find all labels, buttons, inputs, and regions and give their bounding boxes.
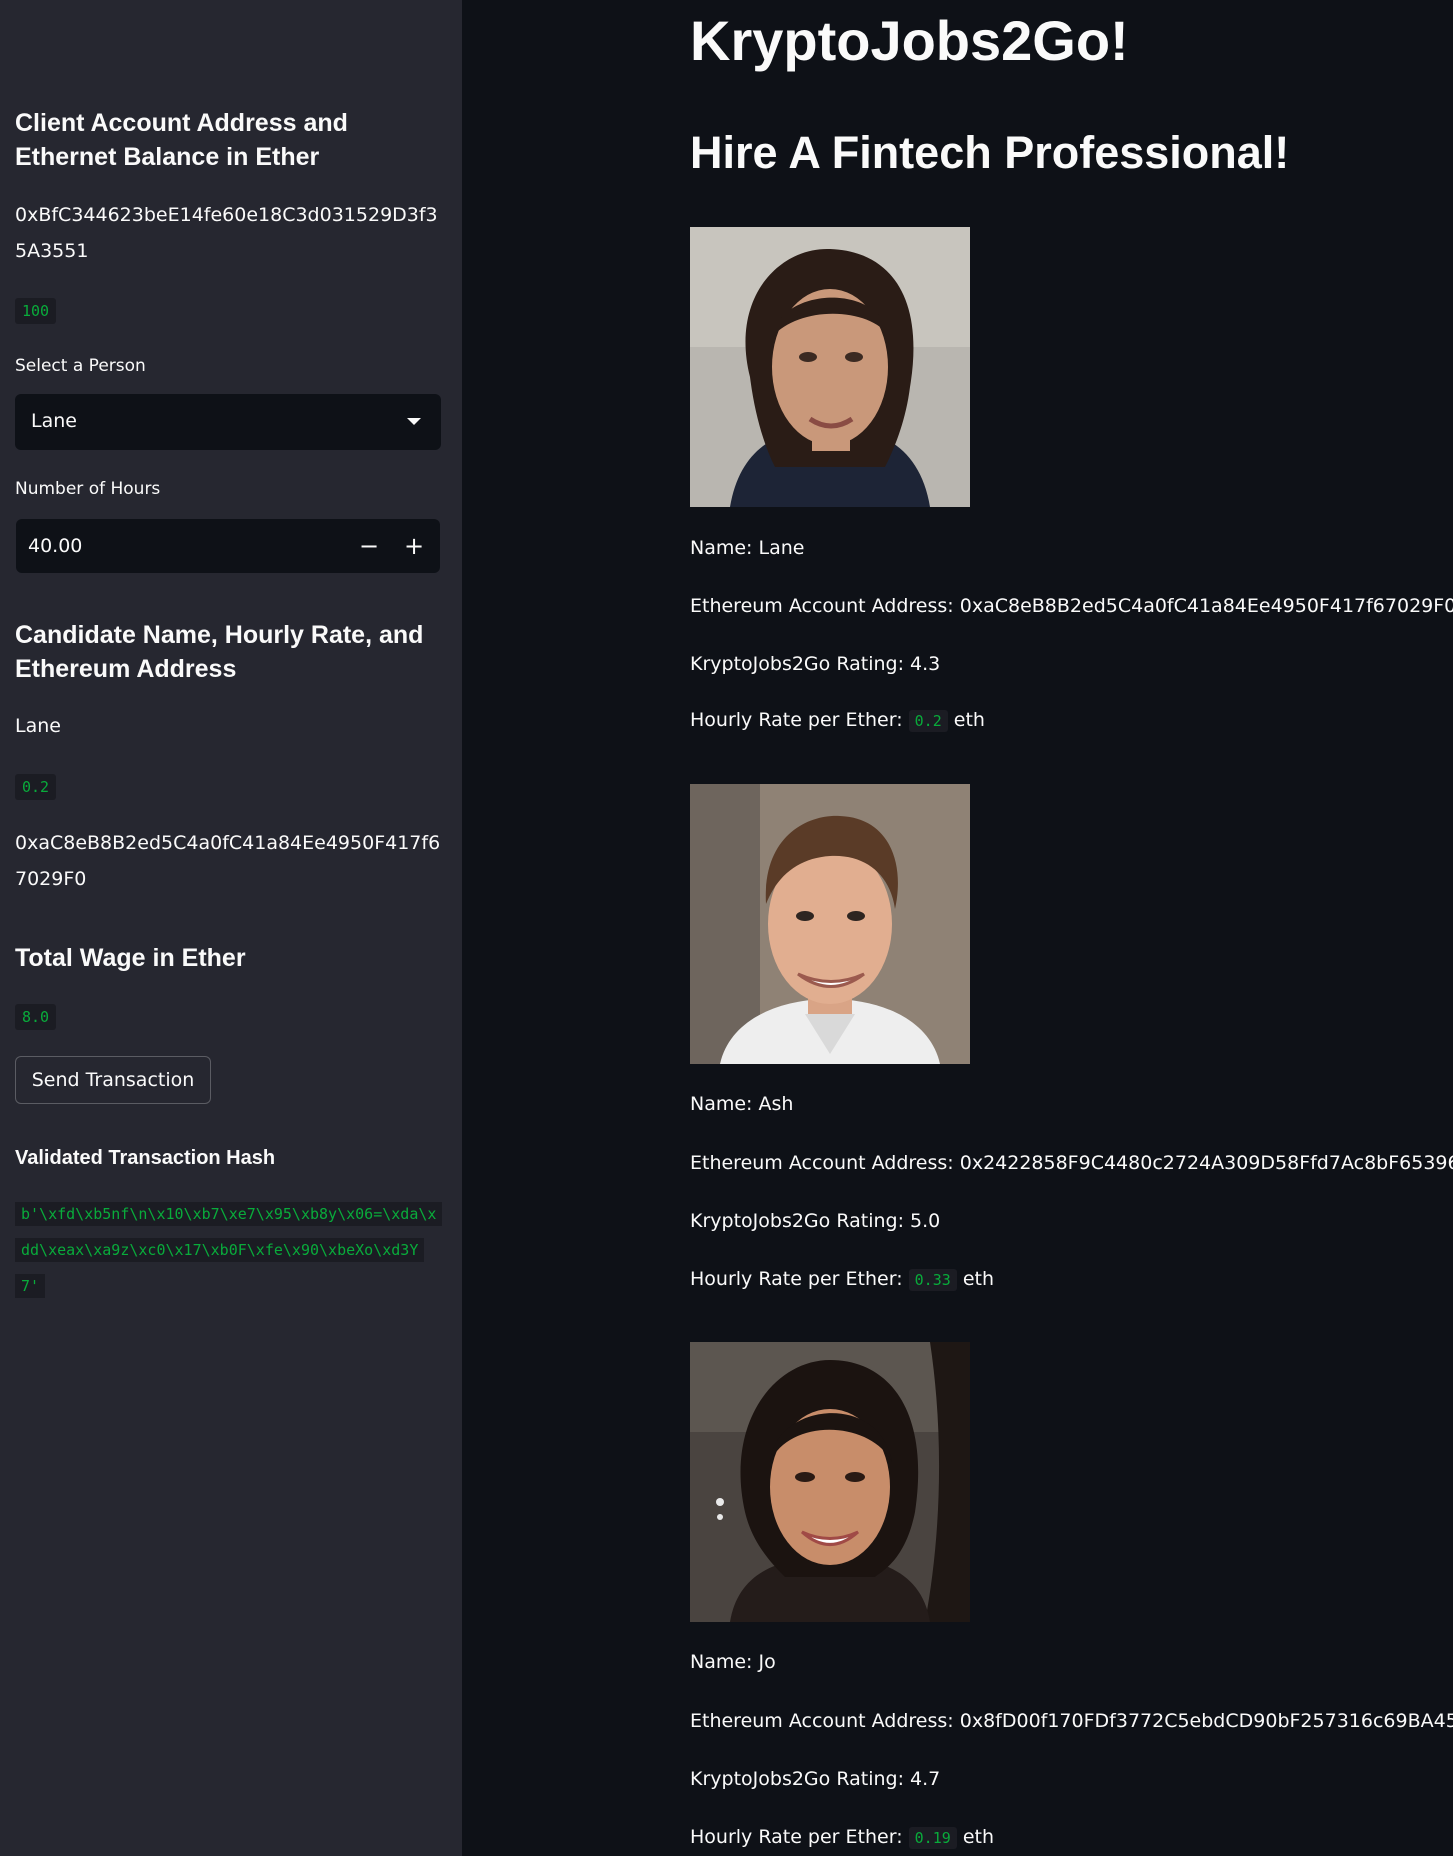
rating-prefix: KryptoJobs2Go Rating: (690, 1210, 911, 1232)
candidate-rate-line: Hourly Rate per Ether: 0.19 eth (690, 1826, 994, 1849)
candidate-rate: 0.2 (15, 774, 57, 800)
name-prefix: Name: (690, 1651, 759, 1673)
candidate-address: 0x2422858F9C4480c2724A309D58Ffd7Ac8bF653… (959, 1152, 1453, 1174)
candidate-address: 0x8fD00f170FDf3772C5ebdCD90bF257316c69BA… (959, 1710, 1453, 1732)
account-heading: Client Account Address and Ethernet Bala… (15, 109, 348, 171)
transaction-hash: b'\xfd\xb5nf\n\x10\xb7\xe7\x95\xb8y\x06=… (15, 1196, 443, 1304)
candidate-rate: 0.33 (908, 1268, 957, 1291)
candidate-rating-line: KryptoJobs2Go Rating: 5.0 (690, 1210, 940, 1232)
candidate-address-line: Ethereum Account Address: 0xaC8eB8B2ed5C… (690, 595, 1453, 617)
page-subtitle: Hire A Fintech Professional! (690, 127, 1290, 178)
candidate-address: 0xaC8eB8B2ed5C4a0fC41a84Ee4950F417f67029… (15, 832, 441, 890)
rate-prefix: Hourly Rate per Ether: (690, 1268, 909, 1290)
increment-button[interactable]: + (397, 531, 431, 561)
hours-value[interactable]: 40.00 (28, 535, 82, 557)
candidate-name: Ash (758, 1093, 794, 1115)
select-person-label: Select a Person (15, 356, 146, 376)
candidate-photo (690, 227, 970, 507)
candidate-rating-line: KryptoJobs2Go Rating: 4.7 (690, 1768, 940, 1790)
candidate-photo (690, 1342, 970, 1622)
candidate-name: Jo (758, 1651, 776, 1673)
address-prefix: Ethereum Account Address: (690, 1710, 960, 1732)
candidate-address: 0xaC8eB8B2ed5C4a0fC41a84Ee4950F417f67029… (959, 595, 1453, 617)
sidebar: Client Account Address and Ethernet Bala… (0, 0, 462, 1856)
balance-value: 100 (15, 298, 57, 324)
rate-suffix: eth (962, 1826, 994, 1848)
page-title: KryptoJobs2Go! (690, 9, 1129, 72)
rate-prefix: Hourly Rate per Ether: (690, 1826, 909, 1848)
name-prefix: Name: (690, 537, 759, 559)
candidate-address-line: Ethereum Account Address: 0x2422858F9C44… (690, 1152, 1453, 1174)
candidate-address-line: Ethereum Account Address: 0x8fD00f170FDf… (690, 1710, 1453, 1732)
candidate-rate: 0.2 (908, 709, 948, 732)
rate-prefix: Hourly Rate per Ether: (690, 709, 909, 731)
chevron-down-icon (407, 418, 421, 425)
address-prefix: Ethereum Account Address: (690, 1152, 960, 1174)
client-account-address: 0xBfC344623beE14fe60e18C3d031529D3f35A35… (15, 204, 438, 262)
selected-person: Lane (31, 410, 77, 432)
decrement-button[interactable]: − (352, 531, 386, 561)
rating-prefix: KryptoJobs2Go Rating: (690, 1768, 911, 1790)
hours-number-input[interactable]: 40.00 − + (16, 519, 440, 573)
rating-prefix: KryptoJobs2Go Rating: (690, 653, 911, 675)
rate-suffix: eth (962, 1268, 994, 1290)
candidate-photo (690, 784, 970, 1064)
candidate-name-line: Name: Jo (690, 1651, 776, 1673)
hash-heading: Validated Transaction Hash (15, 1147, 276, 1169)
candidate-name: Lane (758, 537, 805, 559)
wage-heading: Total Wage in Ether (15, 944, 246, 972)
candidate-rating: 5.0 (910, 1210, 941, 1232)
candidate-rating: 4.7 (910, 1768, 941, 1790)
candidate-name: Lane (15, 715, 61, 737)
candidate-name-line: Name: Lane (690, 537, 804, 559)
candidate-rate-line: Hourly Rate per Ether: 0.2 eth (690, 709, 985, 732)
candidate-name-line: Name: Ash (690, 1093, 793, 1115)
send-transaction-button[interactable]: Send Transaction (15, 1056, 211, 1104)
transaction-hash-value: b'\xfd\xb5nf\n\x10\xb7\xe7\x95\xb8y\x06=… (15, 1202, 443, 1298)
hours-label: Number of Hours (15, 479, 161, 499)
app-root: Client Account Address and Ethernet Bala… (0, 0, 1453, 1856)
candidate-rating-line: KryptoJobs2Go Rating: 4.3 (690, 653, 940, 675)
wage-value: 8.0 (15, 1004, 57, 1030)
name-prefix: Name: (690, 1093, 759, 1115)
address-prefix: Ethereum Account Address: (690, 595, 960, 617)
select-person-dropdown[interactable]: Lane (15, 394, 441, 450)
candidate-rating: 4.3 (910, 653, 941, 675)
rate-suffix: eth (953, 709, 985, 731)
candidate-rate: 0.19 (908, 1826, 957, 1849)
candidate-heading: Candidate Name, Hourly Rate, and Ethereu… (15, 621, 424, 683)
candidate-rate-line: Hourly Rate per Ether: 0.33 eth (690, 1268, 994, 1291)
